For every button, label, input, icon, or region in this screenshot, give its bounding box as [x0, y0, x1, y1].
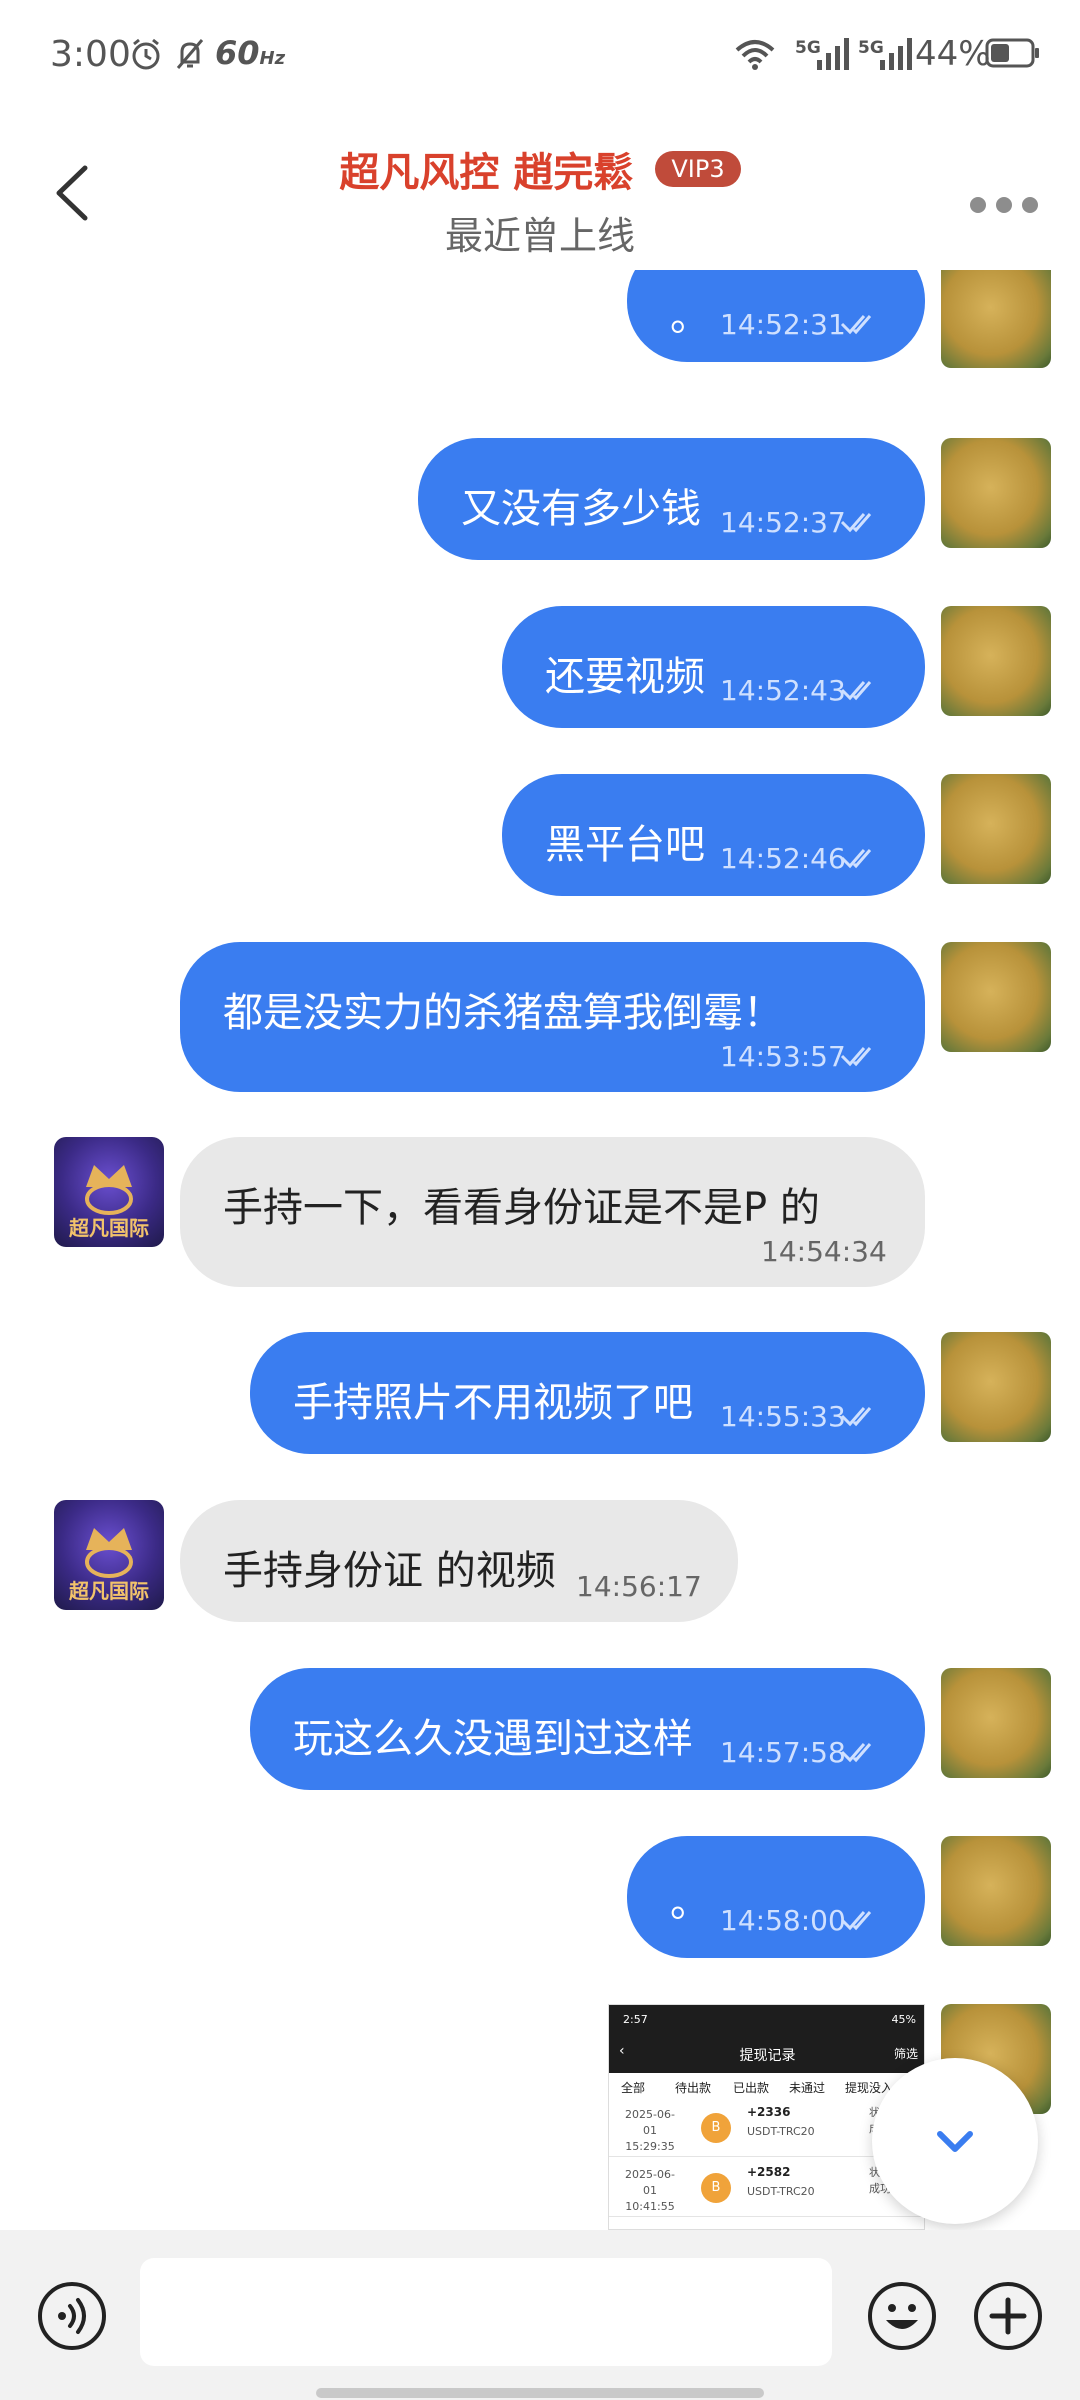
message-text: 手持身份证 的视频: [223, 1548, 556, 1594]
double-check-icon: [840, 315, 872, 335]
double-check-icon: [840, 1911, 872, 1931]
coin-icon: B: [701, 2173, 731, 2203]
message-outgoing[interactable]: 。 14:52:31: [627, 270, 925, 362]
message-outgoing[interactable]: 还要视频 14:52:43: [502, 606, 925, 728]
preview-amount: +2582: [747, 2165, 791, 2179]
preview-date: 2025-06-01 15:29:35: [625, 2108, 675, 2153]
message-outgoing[interactable]: 手持照片不用视频了吧 14:55:33: [250, 1332, 925, 1454]
double-check-icon: [840, 1743, 872, 1763]
preview-tab: 已出款: [733, 2081, 770, 2095]
my-avatar[interactable]: [941, 1668, 1051, 1778]
my-avatar[interactable]: [941, 606, 1051, 716]
refresh-rate: 60Hz: [215, 34, 286, 72]
message-list[interactable]: 。 14:52:31 又没有多少钱 14:52:37 还要视频 14:52:43…: [0, 270, 1080, 2230]
message-incoming[interactable]: 手持一下，看看身份证是不是P 的 14:54:34: [180, 1137, 925, 1287]
my-avatar[interactable]: [941, 1332, 1051, 1442]
wifi-icon: [735, 40, 775, 70]
scroll-to-bottom-button[interactable]: [872, 2058, 1038, 2224]
message-time: 14:54:34: [761, 1235, 887, 1268]
message-outgoing[interactable]: 都是没实力的杀猪盘算我倒霉！ 14:53:57: [180, 942, 925, 1092]
message-text: 又没有多少钱: [461, 486, 701, 532]
home-indicator[interactable]: [316, 2388, 764, 2398]
my-avatar[interactable]: [941, 438, 1051, 548]
voice-button[interactable]: [36, 2280, 108, 2352]
battery-percent: 44%: [915, 34, 991, 74]
message-time: 14:52:46: [720, 842, 846, 875]
avatar-label: 超凡国际: [69, 1216, 149, 1240]
preview-tab: 全部: [621, 2081, 646, 2095]
double-check-icon: [840, 849, 872, 869]
double-check-icon: [840, 1047, 872, 1067]
alarm-icon: [132, 38, 160, 70]
message-text: 。: [670, 294, 710, 340]
preview-amount: +2336: [747, 2105, 791, 2119]
message-outgoing[interactable]: 又没有多少钱 14:52:37: [418, 438, 925, 560]
chat-title: 超凡风控 趙完鬆: [339, 150, 634, 196]
message-time: 14:55:33: [720, 1400, 846, 1433]
message-time: 14:52:31: [720, 308, 846, 341]
more-dot: [1022, 197, 1038, 213]
preview-date: 2025-06-01 10:41:55: [625, 2168, 675, 2213]
battery-icon: [985, 38, 1039, 68]
chat-header: 超凡风控 趙完鬆 VIP3 最近曾上线: [0, 110, 1080, 270]
more-options-button[interactable]: [970, 190, 1040, 220]
input-bar: [0, 2230, 1080, 2400]
message-time: 14:56:17: [576, 1570, 702, 1603]
message-incoming[interactable]: 手持身份证 的视频 14:56:17: [180, 1500, 738, 1622]
preview-currency: USDT-TRC20: [747, 2185, 815, 2198]
emoji-button[interactable]: [866, 2280, 938, 2352]
message-time: 14:53:57: [720, 1040, 846, 1073]
status-bar: 3:00 60Hz 5G 5G 44%: [0, 0, 1080, 110]
message-time: 14:52:43: [720, 674, 846, 707]
message-text: 手持一下，看看身份证是不是P 的: [223, 1185, 820, 1231]
preview-tab: 待出款: [675, 2081, 712, 2095]
more-dots-icon: [970, 197, 986, 213]
chevron-down-icon: [937, 2131, 973, 2152]
signal-icon-2: [880, 38, 912, 70]
contact-avatar[interactable]: 超凡国际: [54, 1500, 164, 1610]
double-check-icon: [840, 513, 872, 533]
message-time: 14:57:58: [720, 1736, 846, 1769]
preview-tab: 未通过: [789, 2081, 826, 2095]
my-avatar[interactable]: [941, 774, 1051, 884]
bell-off-icon: [176, 39, 204, 69]
message-text: 都是没实力的杀猪盘算我倒霉！: [223, 990, 783, 1036]
message-time: 14:58:00: [720, 1904, 846, 1937]
message-text: 手持照片不用视频了吧: [293, 1380, 693, 1426]
double-check-icon: [840, 1407, 872, 1427]
message-text: 。: [670, 1880, 710, 1926]
status-time: 3:00: [50, 34, 131, 75]
avatar-label: 超凡国际: [69, 1579, 149, 1603]
message-outgoing[interactable]: 黑平台吧 14:52:46: [502, 774, 925, 896]
more-dot: [996, 197, 1012, 213]
message-outgoing[interactable]: 。 14:58:00: [627, 1836, 925, 1958]
message-text: 还要视频: [545, 654, 705, 700]
message-input[interactable]: [140, 2258, 832, 2366]
plus-button[interactable]: [972, 2280, 1044, 2352]
signal-icon: [817, 38, 849, 70]
preview-battery: 45%: [891, 2013, 916, 2026]
message-time: 14:52:37: [720, 506, 846, 539]
vip-badge: VIP3: [655, 151, 741, 187]
contact-avatar[interactable]: 超凡国际: [54, 1137, 164, 1247]
message-text: 玩这么久没遇到过这样: [293, 1716, 693, 1762]
message-text: 黑平台吧: [545, 822, 705, 868]
my-avatar[interactable]: [941, 942, 1051, 1052]
chat-title-area: 超凡风控 趙完鬆 VIP3: [0, 140, 1080, 198]
online-status: 最近曾上线: [444, 214, 635, 258]
message-outgoing[interactable]: 玩这么久没遇到过这样 14:57:58: [250, 1668, 925, 1790]
double-check-icon: [840, 681, 872, 701]
my-avatar[interactable]: [941, 270, 1051, 368]
coin-icon: B: [701, 2113, 731, 2143]
preview-time: 2:57: [623, 2013, 648, 2026]
my-avatar[interactable]: [941, 1836, 1051, 1946]
preview-currency: USDT-TRC20: [747, 2125, 815, 2138]
